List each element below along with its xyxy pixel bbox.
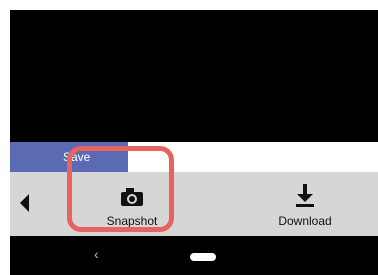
save-progress-strip[interactable]: Save <box>10 142 378 172</box>
triangle-left-icon[interactable] <box>20 194 29 212</box>
device-screen: Save Snapshot Download ‹ <box>10 10 378 275</box>
download-icon <box>296 184 314 207</box>
system-nav-bar: ‹ <box>10 236 378 275</box>
nav-back-button[interactable]: ‹ <box>94 246 99 262</box>
download-button[interactable]: Download <box>265 172 345 236</box>
video-preview <box>10 10 378 142</box>
download-label: Download <box>278 214 332 228</box>
home-pill-icon[interactable] <box>190 253 216 261</box>
snapshot-highlight-box <box>67 146 174 232</box>
bottom-toolbar: Snapshot Download <box>10 172 378 236</box>
